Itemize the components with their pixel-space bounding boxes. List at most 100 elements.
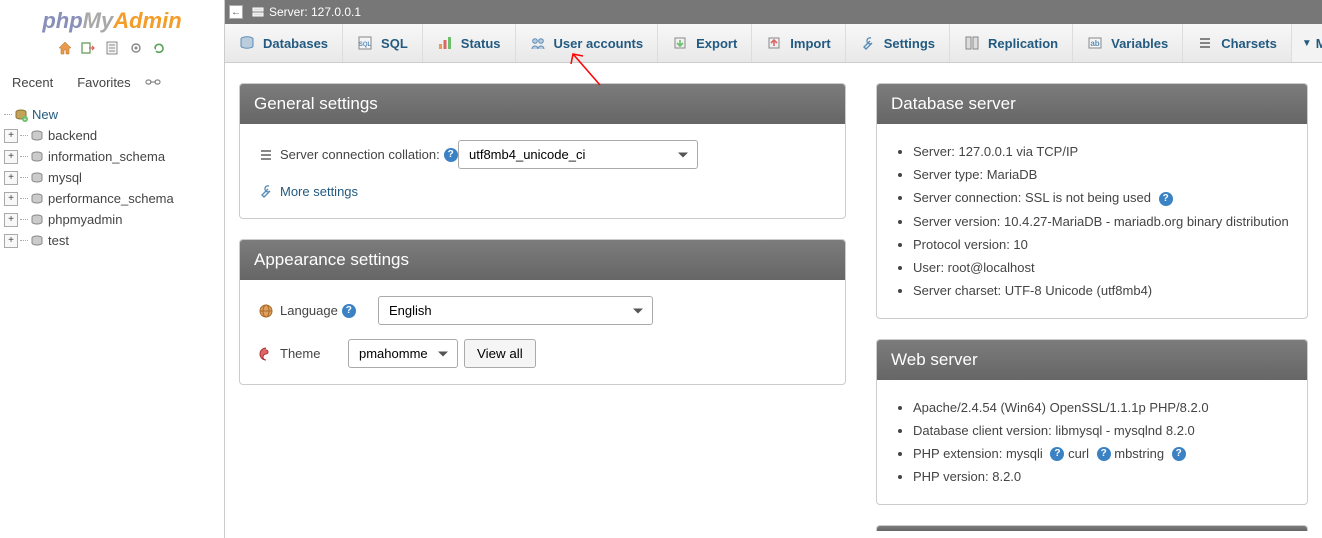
help-icon[interactable]: ? xyxy=(1172,447,1186,461)
logo[interactable]: phpMyAdmin xyxy=(0,0,224,38)
webserver-item: Apache/2.4.54 (Win64) OpenSSL/1.1.1p PHP… xyxy=(913,396,1289,419)
web-server-panel: Web server Apache/2.4.54 (Win64) OpenSSL… xyxy=(876,339,1308,506)
database-icon xyxy=(30,192,44,206)
tab-favorites[interactable]: Favorites xyxy=(67,71,140,94)
collation-icon xyxy=(258,147,274,163)
tab-label: Replication xyxy=(988,36,1058,51)
wrench-icon xyxy=(258,183,274,199)
server-breadcrumb: ← Server: 127.0.0.1 xyxy=(225,0,1322,24)
help-icon[interactable]: ? xyxy=(1050,447,1064,461)
general-settings-panel: General settings Server connection colla… xyxy=(239,83,846,219)
db-tree-item[interactable]: +backend xyxy=(4,125,220,146)
gear-icon[interactable] xyxy=(128,40,144,56)
tab-label: Charsets xyxy=(1221,36,1277,51)
database-server-panel: Database server Server: 127.0.0.1 via TC… xyxy=(876,83,1308,319)
tab-label: SQL xyxy=(381,36,408,51)
dbserver-item: Server type: MariaDB xyxy=(913,163,1289,186)
docs-icon[interactable] xyxy=(104,40,120,56)
tab-sql[interactable]: SQL SQL xyxy=(343,24,423,62)
tab-label: Databases xyxy=(263,36,328,51)
dbserver-item: Server charset: UTF-8 Unicode (utf8mb4) xyxy=(913,279,1289,302)
svg-text:SQL: SQL xyxy=(359,42,372,48)
db-name: phpmyadmin xyxy=(48,212,122,227)
dbserver-item: Server connection: SSL is not being used… xyxy=(913,186,1289,210)
svg-text:ab: ab xyxy=(1090,39,1099,48)
reload-icon[interactable] xyxy=(151,40,167,56)
db-tree-item[interactable]: +test xyxy=(4,230,220,251)
expand-icon[interactable]: + xyxy=(4,192,18,206)
database-icon xyxy=(30,213,44,227)
theme-select[interactable]: pmahomme xyxy=(348,339,458,368)
server-icon xyxy=(251,5,265,19)
tab-settings[interactable]: Settings xyxy=(846,24,950,62)
help-icon[interactable]: ? xyxy=(444,148,458,162)
db-tree-item[interactable]: + phpmyadmin xyxy=(4,209,220,230)
more-settings-label: More settings xyxy=(280,184,358,199)
more-tab[interactable]: ▼ More xyxy=(1292,24,1322,62)
tab-label: Export xyxy=(696,36,737,51)
tab-label: Settings xyxy=(884,36,935,51)
tab-status[interactable]: Status xyxy=(423,24,516,62)
home-icon[interactable] xyxy=(57,40,73,56)
webserver-item: PHP version: 8.2.0 xyxy=(913,465,1289,488)
help-icon[interactable]: ? xyxy=(1159,192,1173,206)
tab-export[interactable]: Export xyxy=(658,24,752,62)
expand-icon[interactable]: + xyxy=(4,213,18,227)
link-icon[interactable] xyxy=(145,77,161,94)
tab-import[interactable]: Import xyxy=(752,24,845,62)
more-settings-link[interactable]: More settings xyxy=(258,183,358,199)
users-icon xyxy=(530,35,546,51)
dbserver-item: Server version: 10.4.27-MariaDB - mariad… xyxy=(913,210,1289,233)
dbserver-item: User: root@localhost xyxy=(913,256,1289,279)
next-panel-peek xyxy=(876,525,1308,531)
new-database-link[interactable]: + New xyxy=(4,104,220,125)
webserver-item: Database client version: libmysql - mysq… xyxy=(913,419,1289,442)
help-icon[interactable]: ? xyxy=(1097,447,1111,461)
web-server-title: Web server xyxy=(877,340,1307,380)
appearance-settings-panel: Appearance settings Language ? English xyxy=(239,239,846,385)
help-icon[interactable]: ? xyxy=(342,304,356,318)
tab-users[interactable]: User accounts xyxy=(516,24,659,62)
tab-charsets[interactable]: Charsets xyxy=(1183,24,1292,62)
database-icon xyxy=(30,129,44,143)
logo-admin: Admin xyxy=(113,8,181,33)
database-icon xyxy=(30,171,44,185)
logo-my: My xyxy=(83,8,114,33)
tab-label: Status xyxy=(461,36,501,51)
tab-label: Import xyxy=(790,36,830,51)
more-label: More xyxy=(1316,36,1322,51)
tab-variables[interactable]: abVariables xyxy=(1073,24,1183,62)
main-tabs: Databases SQL SQL Status User accounts Export… xyxy=(225,24,1322,63)
replication-icon xyxy=(964,35,980,51)
tab-databases[interactable]: Databases xyxy=(225,24,343,62)
database-icon xyxy=(30,150,44,164)
db-name: information_schema xyxy=(48,149,165,164)
general-settings-title: General settings xyxy=(240,84,845,124)
expand-icon[interactable]: + xyxy=(4,171,18,185)
tab-recent[interactable]: Recent xyxy=(2,71,63,94)
dbserver-item: Protocol version: 10 xyxy=(913,233,1289,256)
svg-text:+: + xyxy=(24,117,27,122)
tab-replication[interactable]: Replication xyxy=(950,24,1073,62)
new-db-icon: + xyxy=(14,108,28,122)
expand-icon[interactable]: + xyxy=(4,234,18,248)
view-all-themes-button[interactable]: View all xyxy=(464,339,536,368)
database-server-title: Database server xyxy=(877,84,1307,124)
expand-icon[interactable]: + xyxy=(4,129,18,143)
db-tree-item[interactable]: +mysql xyxy=(4,167,220,188)
logo-php: php xyxy=(42,8,82,33)
server-label[interactable]: Server: 127.0.0.1 xyxy=(269,5,361,19)
db-tree-item[interactable]: +performance_schema xyxy=(4,188,220,209)
import-icon xyxy=(766,35,782,51)
webserver-item: PHP extension: mysqli ? curl ? mbstring … xyxy=(913,442,1289,466)
theme-icon xyxy=(258,346,274,362)
variables-icon: ab xyxy=(1087,35,1103,51)
collapse-sidebar-icon[interactable]: ← xyxy=(229,5,243,19)
collation-select[interactable]: utf8mb4_unicode_ci xyxy=(458,140,698,169)
dbserver-item: Server: 127.0.0.1 via TCP/IP xyxy=(913,140,1289,163)
logout-icon[interactable] xyxy=(80,40,96,56)
collation-label: Server connection collation: xyxy=(280,147,440,162)
language-select[interactable]: English xyxy=(378,296,653,325)
expand-icon[interactable]: + xyxy=(4,150,18,164)
db-tree-item[interactable]: + information_schema xyxy=(4,146,220,167)
